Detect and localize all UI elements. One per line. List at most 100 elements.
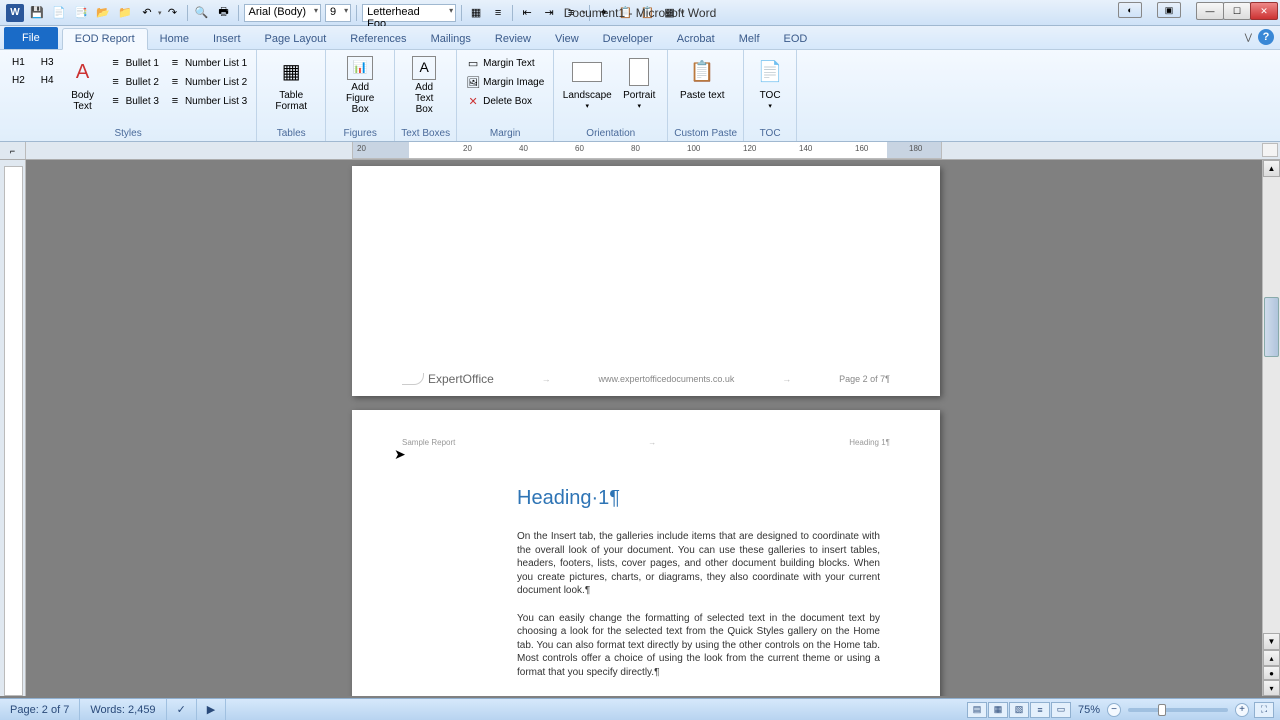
style-number-2[interactable]: ≡Number List 2: [165, 73, 250, 91]
add-figure-box-button[interactable]: 📊 Add Figure Box: [332, 54, 388, 117]
ruler-corner[interactable]: ⌐: [0, 142, 26, 159]
aux-button-1[interactable]: ◐: [1118, 2, 1142, 18]
page-1[interactable]: ExpertOffice → www.expertofficedocuments…: [352, 166, 940, 396]
style-number-1[interactable]: ≡Number List 1: [165, 54, 250, 72]
help-icon[interactable]: ?: [1258, 29, 1274, 45]
horizontal-ruler[interactable]: 20 20 40 60 80 100 120 140 160 180: [352, 142, 942, 159]
margin-image-button[interactable]: 🖼Margin Image: [463, 73, 547, 91]
bullet-icon: ≡: [109, 56, 123, 70]
zoom-slider[interactable]: [1128, 708, 1228, 712]
tab-page-layout[interactable]: Page Layout: [253, 29, 339, 49]
tab-insert[interactable]: Insert: [201, 29, 253, 49]
maximize-button[interactable]: ☐: [1223, 2, 1251, 20]
style-bullet-2[interactable]: ≡Bullet 2: [106, 73, 162, 91]
scroll-down-button[interactable]: ▼: [1263, 633, 1280, 650]
font-size-select[interactable]: 9: [325, 4, 351, 22]
paragraph-1[interactable]: On the Insert tab, the galleries include…: [517, 530, 880, 598]
tab-view[interactable]: View: [543, 29, 591, 49]
tab-acrobat[interactable]: Acrobat: [665, 29, 727, 49]
undo-icon[interactable]: ↶: [138, 4, 156, 22]
status-words[interactable]: Words: 2,459: [80, 699, 166, 720]
minimize-button[interactable]: —: [1196, 2, 1224, 20]
page-style-select[interactable]: Letterhead Foo: [362, 4, 456, 22]
paste-text-button[interactable]: 📋 Paste text: [674, 54, 730, 103]
font-select[interactable]: Arial (Body): [244, 4, 321, 22]
close-button[interactable]: ✕: [1250, 2, 1278, 20]
status-page[interactable]: Page: 2 of 7: [0, 699, 80, 720]
view-full-screen[interactable]: ▦: [988, 702, 1008, 718]
tab-developer[interactable]: Developer: [591, 29, 665, 49]
print-icon[interactable]: 🖶: [215, 4, 233, 22]
aux-button-2[interactable]: ▣: [1157, 2, 1181, 18]
zoom-out-button[interactable]: −: [1107, 703, 1121, 717]
qat-btn-1[interactable]: ▦: [467, 4, 485, 22]
margin-text-button[interactable]: ▭Margin Text: [463, 54, 547, 72]
style-h4[interactable]: H4: [35, 72, 60, 89]
view-print-layout[interactable]: ▤: [967, 702, 987, 718]
page-2-body[interactable]: Heading·1¶ On the Insert tab, the galler…: [517, 485, 880, 693]
status-proofing[interactable]: ✓: [167, 699, 197, 720]
status-macro[interactable]: ▶: [197, 699, 226, 720]
add-text-box-button[interactable]: A Add Text Box: [401, 54, 447, 117]
landscape-button[interactable]: Landscape ▾: [560, 54, 614, 113]
view-outline[interactable]: ≡: [1030, 702, 1050, 718]
zoom-fit-button[interactable]: ⛶: [1254, 702, 1274, 718]
print-preview-icon[interactable]: 🔍: [193, 4, 211, 22]
zoom-in-button[interactable]: +: [1235, 703, 1249, 717]
style-h2[interactable]: H2: [6, 72, 31, 89]
tab-melf[interactable]: Melf: [727, 29, 772, 49]
toc-button[interactable]: 📄 TOC ▾: [750, 54, 790, 113]
paragraph-2[interactable]: You can easily change the formatting of …: [517, 612, 880, 680]
heading-1[interactable]: Heading·1¶: [517, 485, 880, 512]
tab-home[interactable]: Home: [148, 29, 201, 49]
view-web-layout[interactable]: ▧: [1009, 702, 1029, 718]
new-icon[interactable]: 📄: [50, 4, 68, 22]
tab-eod-report[interactable]: EOD Report: [62, 28, 148, 50]
table-format-button[interactable]: ▦ Table Format: [263, 54, 319, 114]
style-bullet-1[interactable]: ≡Bullet 1: [106, 54, 162, 72]
scroll-up-button[interactable]: ▲: [1263, 160, 1280, 177]
style-h3[interactable]: H3: [35, 54, 60, 71]
ribbon-tabs: File EOD Report Home Insert Page Layout …: [0, 26, 1280, 50]
word-icon[interactable]: W: [6, 4, 24, 22]
view-draft[interactable]: ▭: [1051, 702, 1071, 718]
tab-references[interactable]: References: [338, 29, 418, 49]
group-label-styles: Styles: [6, 127, 250, 141]
tab-review[interactable]: Review: [483, 29, 543, 49]
number-icon: ≡: [168, 94, 182, 108]
portrait-button[interactable]: Portrait ▾: [617, 54, 661, 113]
zoom-level[interactable]: 75%: [1078, 704, 1100, 716]
next-page-button[interactable]: ▾: [1263, 680, 1280, 696]
tab-mailings[interactable]: Mailings: [419, 29, 483, 49]
page-2[interactable]: Sample Report → Heading 1¶ ➤ Heading·1¶ …: [352, 410, 940, 696]
vertical-scrollbar[interactable]: ▲ ▼ ▴ ● ▾: [1262, 160, 1280, 696]
collapse-ribbon-icon[interactable]: ⋁: [1245, 32, 1252, 43]
scroll-thumb[interactable]: [1264, 297, 1279, 357]
save-icon[interactable]: 💾: [28, 4, 46, 22]
style-h1[interactable]: H1: [6, 54, 31, 71]
group-label-toc: TOC: [750, 127, 790, 141]
folder-icon[interactable]: 📁: [116, 4, 134, 22]
ruler-options-button[interactable]: [1262, 143, 1278, 157]
status-bar: Page: 2 of 7 Words: 2,459 ✓ ▶ ▤ ▦ ▧ ≡ ▭ …: [0, 698, 1280, 720]
delete-box-button[interactable]: ✕Delete Box: [463, 92, 547, 110]
browse-object-button[interactable]: ●: [1263, 666, 1280, 680]
style-number-3[interactable]: ≡Number List 3: [165, 92, 250, 110]
prev-page-button[interactable]: ▴: [1263, 650, 1280, 666]
zoom-slider-knob[interactable]: [1158, 704, 1166, 716]
group-label-textboxes: Text Boxes: [401, 127, 450, 141]
qat-btn-2[interactable]: ≡: [489, 4, 507, 22]
vertical-ruler[interactable]: [0, 160, 26, 696]
body-text-label: Body Text: [67, 90, 99, 112]
redo-icon[interactable]: ↷: [164, 4, 182, 22]
save-as-icon[interactable]: 📑: [72, 4, 90, 22]
style-body-text[interactable]: A Body Text: [63, 54, 103, 114]
tab-eod[interactable]: EOD: [772, 29, 820, 49]
scroll-track[interactable]: [1263, 177, 1280, 616]
open-icon[interactable]: 📂: [94, 4, 112, 22]
style-bullet-3[interactable]: ≡Bullet 3: [106, 92, 162, 110]
decrease-indent-icon[interactable]: ⇤: [518, 4, 536, 22]
document-canvas[interactable]: ExpertOffice → www.expertofficedocuments…: [26, 160, 1262, 696]
increase-indent-icon[interactable]: ⇥: [540, 4, 558, 22]
tab-file[interactable]: File: [4, 27, 58, 49]
